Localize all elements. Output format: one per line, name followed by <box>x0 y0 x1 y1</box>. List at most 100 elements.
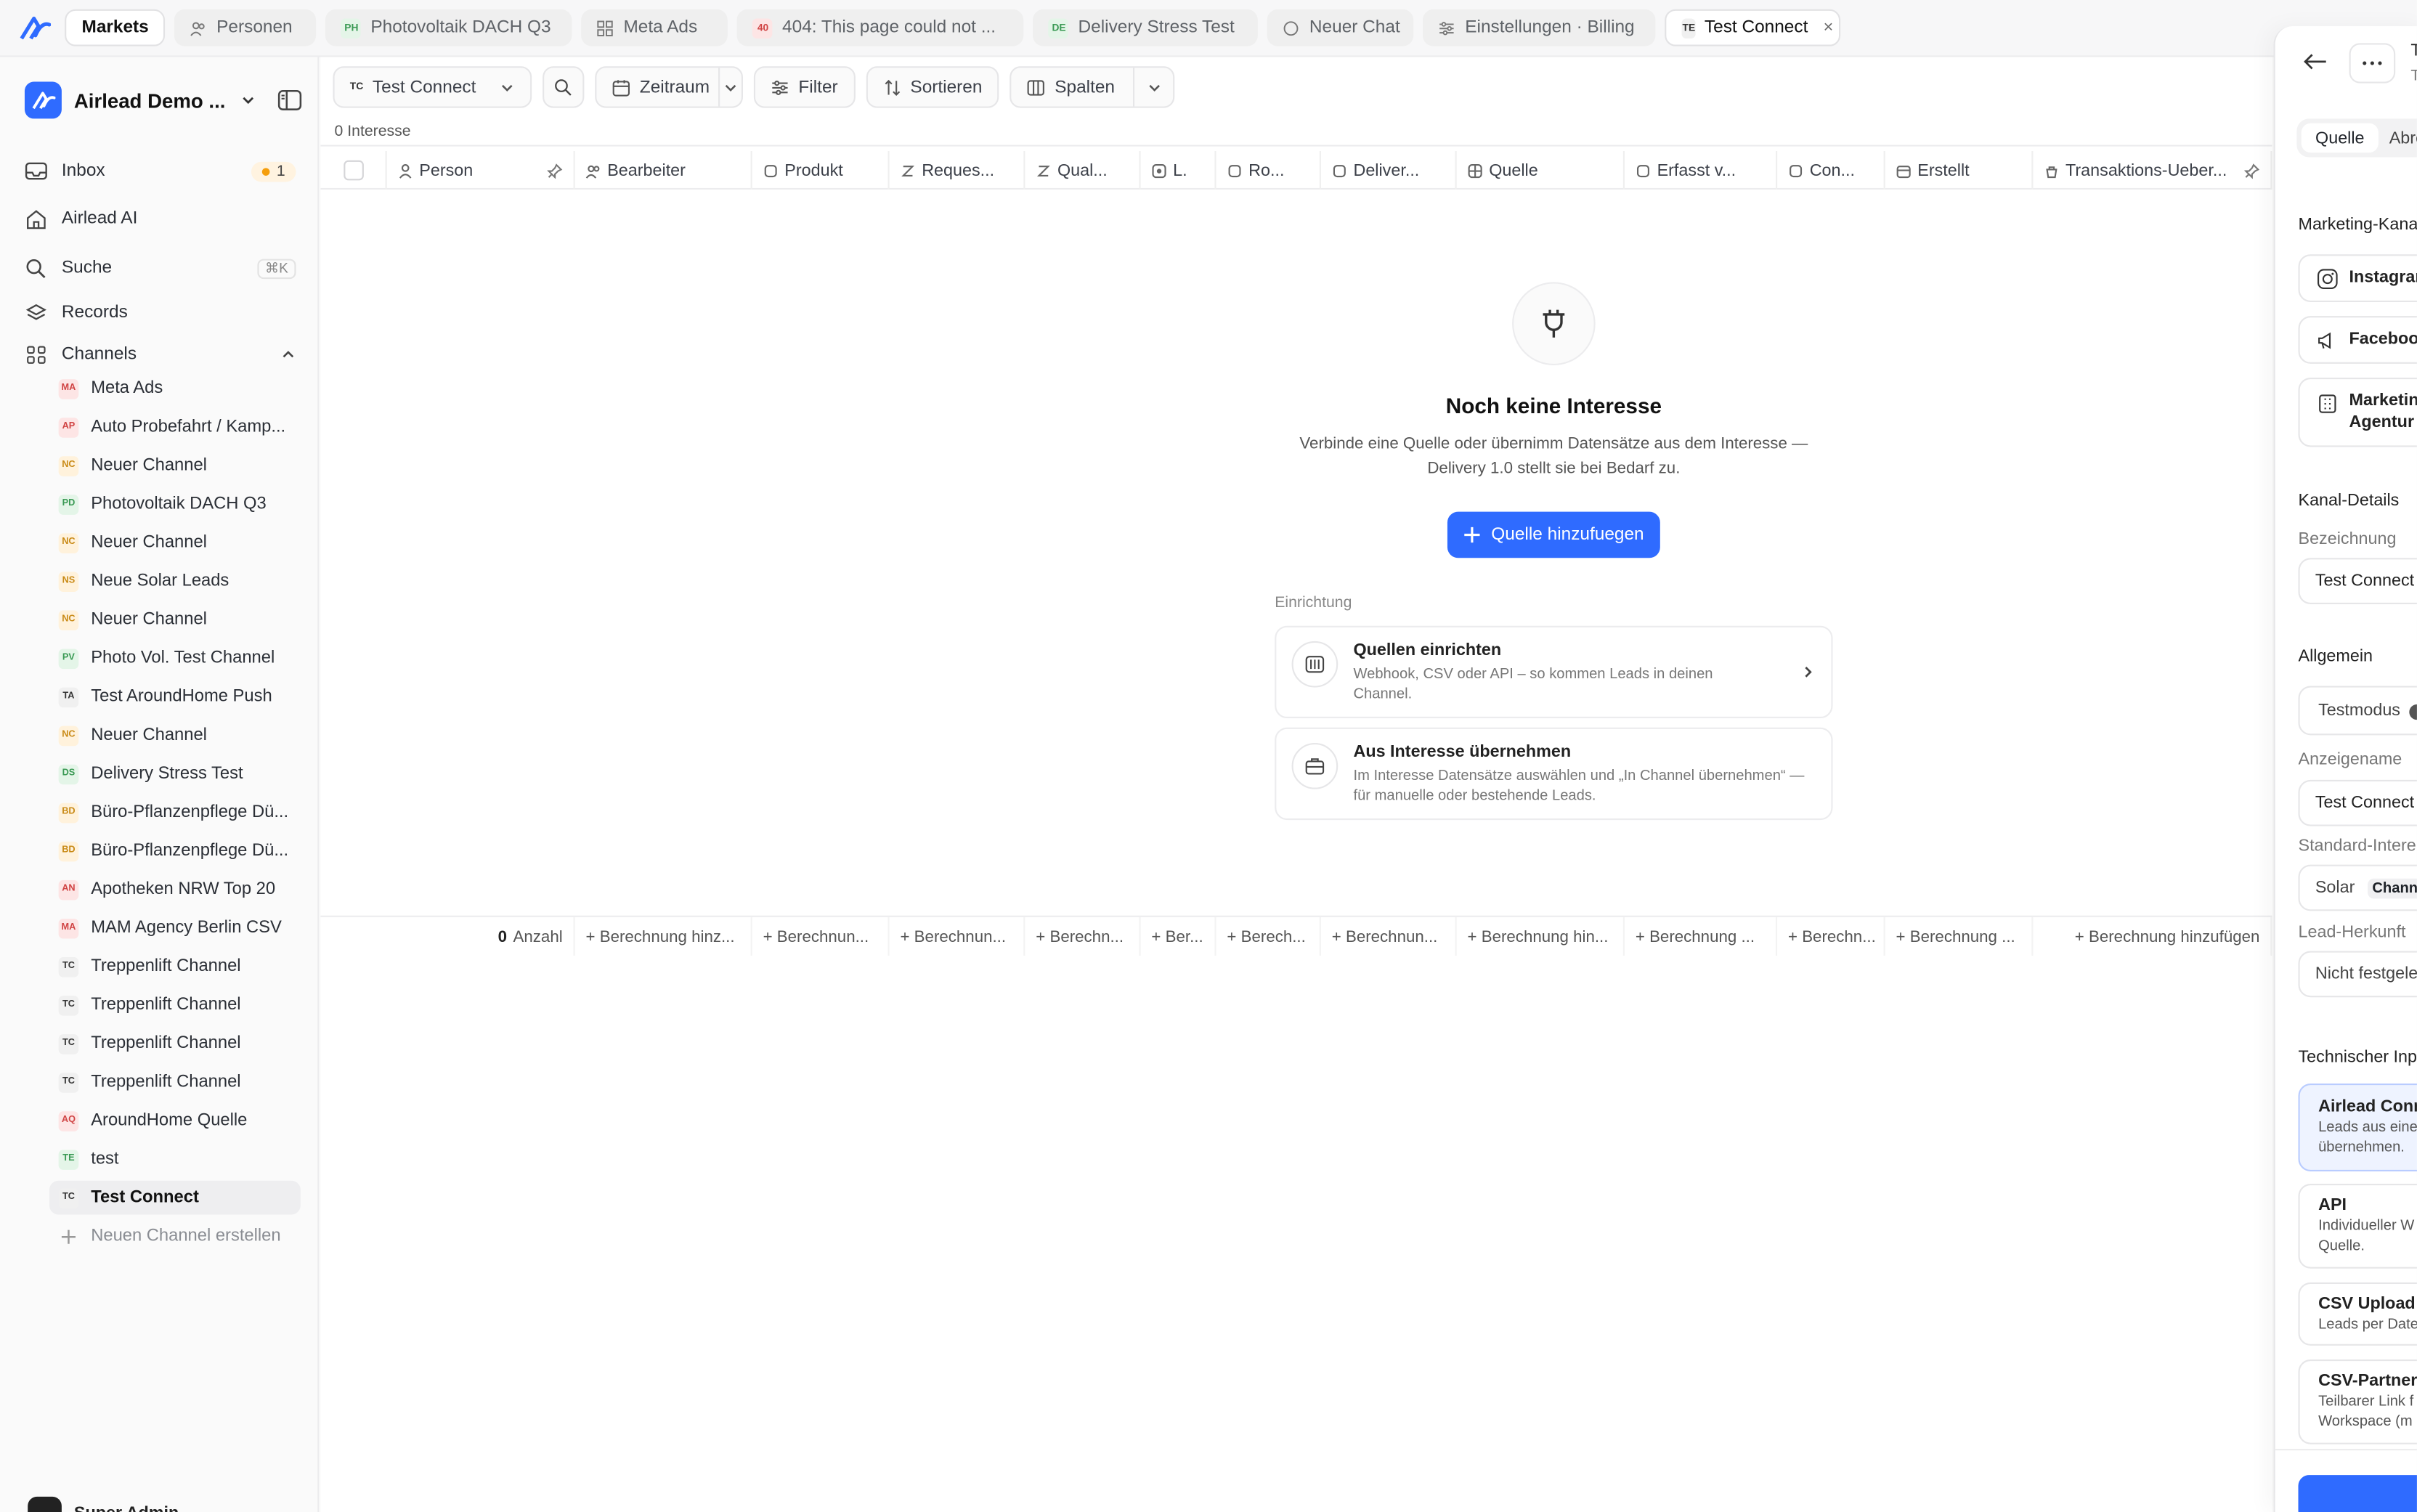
channel-option-facebook[interactable]: Faceboo <box>2298 316 2417 364</box>
input-option-csv-upload[interactable]: CSV Upload Leads per Date <box>2298 1282 2417 1346</box>
channel-item[interactable]: AN Apotheken NRW Top 20 <box>49 872 301 906</box>
column-header[interactable]: L. <box>1141 150 1216 190</box>
sidebar-item-channels[interactable]: Channels <box>25 336 296 373</box>
import-from-interest-card[interactable]: Aus Interesse übernehmen Im Interesse Da… <box>1275 727 1833 821</box>
standard-interesse-select[interactable]: Solar Channe <box>2298 864 2417 911</box>
tab-neuer-chat[interactable]: Neuer Chat <box>1267 9 1415 46</box>
column-header[interactable]: Produkt <box>752 150 890 190</box>
channel-item[interactable]: NC Neuer Channel <box>49 449 301 483</box>
channel-item[interactable]: BD Büro-Pflanzenpflege Dü... <box>49 795 301 829</box>
anzeigename-input[interactable]: Test Connect <box>2298 779 2417 826</box>
testmodus-toggle-row[interactable]: Testmodus <box>2298 686 2417 736</box>
column-header[interactable]: Quelle <box>1457 150 1625 190</box>
setup-sources-card[interactable]: Quellen einrichten Webhook, CSV oder API… <box>1275 625 1833 719</box>
new-channel-button[interactable]: Neuen Channel erstellen <box>49 1219 301 1253</box>
tab-delivery-stress-test[interactable]: DE Delivery Stress Test <box>1033 9 1259 46</box>
search-button[interactable] <box>543 66 585 108</box>
add-calculation-button[interactable]: + Ber... <box>1141 916 1216 956</box>
columns-button[interactable]: Spalten <box>1010 66 1175 108</box>
add-calculation-button[interactable]: + Berechnung ... <box>1885 916 2034 956</box>
chevron-down-icon[interactable] <box>718 68 742 107</box>
channel-item[interactable]: MA Meta Ads <box>49 371 301 405</box>
add-calculation-button[interactable]: + Berechn... <box>1025 916 1141 956</box>
pin-icon[interactable] <box>2244 163 2260 179</box>
column-header[interactable]: Person <box>387 150 575 190</box>
save-button[interactable] <box>2298 1475 2417 1512</box>
filter-button[interactable]: Filter <box>753 66 856 108</box>
sidebar-item-suche[interactable]: Suche ⌘K <box>25 250 296 287</box>
add-calculation-button[interactable]: + Berech... <box>1216 916 1321 956</box>
channel-item[interactable]: TE test <box>49 1142 301 1176</box>
channel-item[interactable]: AP Auto Probefahrt / Kamp... <box>49 410 301 444</box>
more-options-icon[interactable] <box>2349 43 2396 84</box>
tab-error-page[interactable]: 40 404: This page could not ... <box>737 9 1025 46</box>
column-header[interactable]: Erstellt <box>1885 150 2034 190</box>
add-calculation-button[interactable]: + Berechnun... <box>890 916 1025 956</box>
column-header[interactable]: Con... <box>1777 150 1885 190</box>
channel-item[interactable]: NC Neuer Channel <box>49 718 301 752</box>
close-icon[interactable]: × <box>1824 18 1834 36</box>
add-source-button[interactable]: Quelle hinzufuegen <box>1447 511 1660 558</box>
tab-meta-ads[interactable]: Meta Ads <box>582 9 728 46</box>
tab-markets[interactable]: Markets <box>65 9 166 46</box>
channel-item[interactable]: AQ AroundHome Quelle <box>49 1104 301 1138</box>
chevron-up-icon[interactable] <box>280 347 296 362</box>
select-all-cell[interactable] <box>320 150 387 190</box>
add-calculation-button[interactable]: + Berechn... <box>1777 916 1885 956</box>
channel-item[interactable]: TC Treppenlift Channel <box>49 1065 301 1100</box>
lead-herkunft-select[interactable]: Nicht festgele <box>2298 951 2417 998</box>
channel-item[interactable]: NS Neue Solar Leads <box>49 564 301 598</box>
tab-einstellungen[interactable]: Einstellungen · Billing <box>1423 9 1657 46</box>
column-header[interactable]: Bearbeiter <box>575 150 752 190</box>
input-option-api[interactable]: API Individueller W Quelle. <box>2298 1184 2417 1269</box>
column-header[interactable]: Qual... <box>1025 150 1141 190</box>
tab-test-connect[interactable]: TE Test Connect × <box>1665 9 1842 46</box>
bezeichnung-input[interactable]: Test Connect <box>2298 558 2417 604</box>
channel-item[interactable]: DS Delivery Stress Test <box>49 757 301 791</box>
input-option-csv-partner[interactable]: CSV-Partnerl Teilbarer Link f Workspace … <box>2298 1359 2417 1444</box>
tab-quelle[interactable]: Quelle <box>2301 123 2379 153</box>
add-calculation-button[interactable]: + Berechnun... <box>752 916 890 956</box>
add-calculation-button[interactable]: + Berechnung hinzufügen <box>2033 916 2272 956</box>
column-header[interactable]: Ro... <box>1216 150 1321 190</box>
channel-item[interactable]: TC Treppenlift Channel <box>49 1027 301 1061</box>
channel-item[interactable]: BD Büro-Pflanzenpflege Dü... <box>49 834 301 868</box>
channel-item[interactable]: PV Photo Vol. Test Channel <box>49 641 301 675</box>
tab-personen[interactable]: Personen <box>174 9 317 46</box>
sidebar-toggle-icon[interactable] <box>277 89 302 111</box>
sidebar-item-records[interactable]: Records <box>25 294 296 331</box>
channel-option-instagram[interactable]: Instagrar <box>2298 254 2417 302</box>
chevron-down-icon[interactable] <box>241 92 256 107</box>
sidebar-item-inbox[interactable]: Inbox 1 <box>25 153 296 190</box>
add-calculation-button[interactable]: + Berechnung hinz... <box>575 916 752 956</box>
back-arrow-icon[interactable] <box>2303 52 2328 70</box>
column-header[interactable]: Reques... <box>890 150 1025 190</box>
channel-item[interactable]: PD Photovoltaik DACH Q3 <box>49 487 301 521</box>
airlead-logo-icon[interactable] <box>15 8 55 48</box>
input-option-airlead-connect[interactable]: Airlead Conn Leads aus eine übernehmen. <box>2298 1084 2417 1172</box>
add-calculation-button[interactable]: + Berechnung hin... <box>1457 916 1625 956</box>
chevron-down-icon[interactable] <box>1133 68 1173 107</box>
channel-option-marketing-agentur[interactable]: Marketing Agentur <box>2298 377 2417 447</box>
column-header[interactable]: Erfasst v... <box>1625 150 1778 190</box>
tab-photovoltaik[interactable]: PH Photovoltaik DACH Q3 <box>325 9 573 46</box>
channel-item[interactable]: NC Neuer Channel <box>49 603 301 637</box>
channel-item[interactable]: TC Treppenlift Channel <box>49 988 301 1022</box>
tab-abrechnung[interactable]: Abre <box>2389 123 2417 153</box>
pin-icon[interactable] <box>547 163 563 179</box>
sidebar-item-airlead-ai[interactable]: Airlead AI <box>25 200 296 237</box>
add-calculation-button[interactable]: + Berechnun... <box>1321 916 1457 956</box>
add-calculation-button[interactable]: + Berechnung ... <box>1625 916 1778 956</box>
channel-item[interactable]: NC Neuer Channel <box>49 526 301 560</box>
column-header[interactable]: Transaktions-Ueber... <box>2033 150 2272 190</box>
channel-select[interactable]: TC Test Connect <box>333 66 532 108</box>
select-all-checkbox[interactable] <box>343 160 363 181</box>
user-menu[interactable]: Super Admin <box>28 1496 179 1512</box>
channel-item[interactable]: TC Treppenlift Channel <box>49 949 301 983</box>
channel-item[interactable]: TC Test Connect <box>49 1180 301 1215</box>
channel-item[interactable]: TA Test AroundHome Push <box>49 680 301 714</box>
zeitraum-button[interactable]: Zeitraum <box>595 66 743 108</box>
column-header[interactable]: Deliver... <box>1321 150 1457 190</box>
workspace-switcher[interactable]: Airlead Demo ... <box>24 78 302 121</box>
channel-item[interactable]: MA MAM Agency Berlin CSV <box>49 911 301 945</box>
